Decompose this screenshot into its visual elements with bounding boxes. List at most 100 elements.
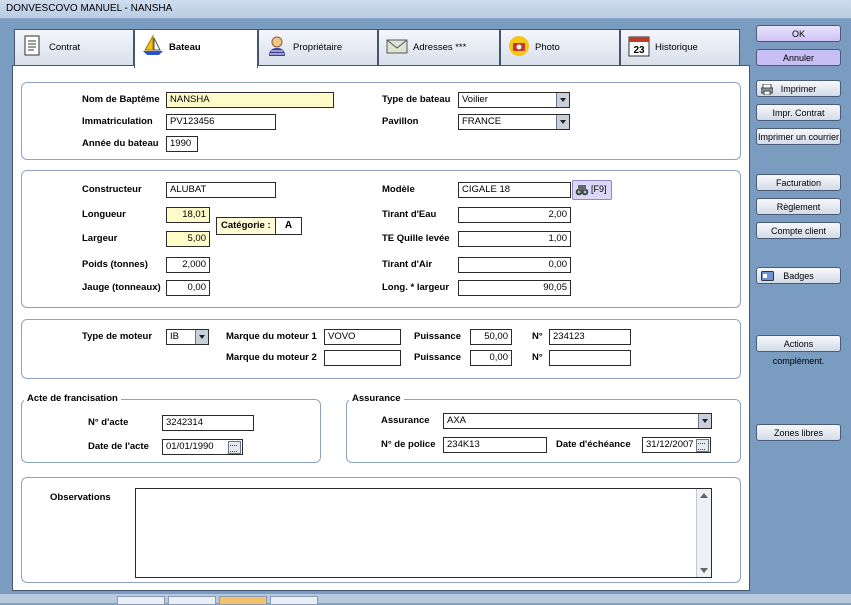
chevron-down-icon[interactable] (556, 93, 569, 107)
chevron-down-icon[interactable] (698, 414, 711, 428)
type-moteur-select[interactable]: IB (166, 329, 209, 345)
echeance-value: 31/12/2007 (646, 439, 694, 450)
type-moteur-value: IB (170, 331, 179, 342)
tab-label: Historique (655, 42, 698, 53)
date-acte-label: Date de l'acte (88, 441, 149, 452)
moteur-section: Type de moteur IB Marque du moteur 1 VOV… (21, 319, 741, 379)
n1-label: N° (532, 331, 543, 342)
categorie-label: Catégorie : (221, 220, 271, 231)
nom-field[interactable]: NANSHA (166, 92, 334, 108)
calendar-icon: 23 (628, 36, 650, 57)
puissance1-field[interactable]: 50,00 (470, 329, 512, 345)
title-bar: DONVESCOVO MANUEL - NANSHA (0, 0, 851, 19)
sailboat-icon (143, 34, 163, 55)
jauge-label: Jauge (tonneaux) (82, 282, 161, 293)
francisation-section: Acte de francisation N° d'acte 3242314 D… (21, 393, 321, 463)
calendar-day: 23 (633, 45, 645, 56)
marque1-field[interactable]: VOVO (324, 329, 401, 345)
taskbar-item[interactable] (168, 596, 216, 605)
largeur-field[interactable]: 5,00 (166, 231, 210, 247)
tirant-eau-label: Tirant d'Eau (382, 209, 437, 220)
tab-bateau[interactable]: Bateau (134, 29, 258, 68)
tab-proprietaire[interactable]: Propriétaire (258, 29, 378, 66)
observations-textarea[interactable] (135, 488, 712, 578)
puissance2-field[interactable]: 0,00 (470, 350, 512, 366)
scroll-up-icon[interactable] (700, 493, 708, 498)
num-acte-field[interactable]: 3242314 (162, 415, 254, 431)
zones-libres-button[interactable]: Zones libres (756, 424, 841, 441)
calendar-icon[interactable] (228, 441, 241, 454)
type-moteur-label: Type de moteur (82, 331, 153, 342)
n1-field[interactable]: 234123 (549, 329, 631, 345)
taskbar-strip (0, 594, 851, 605)
document-icon (24, 35, 40, 56)
pavillon-label: Pavillon (382, 116, 419, 127)
poids-field[interactable]: 2,000 (166, 257, 210, 273)
tirant-air-field[interactable]: 0,00 (458, 257, 571, 273)
date-acte-field[interactable]: 01/01/1990 (162, 439, 243, 455)
badges-button[interactable]: Badges (756, 267, 841, 284)
compte-client-button[interactable]: Compte client (756, 222, 841, 239)
te-quille-field[interactable]: 1,00 (458, 231, 571, 247)
marque2-label: Marque du moteur 2 (226, 352, 317, 363)
chevron-down-icon[interactable] (195, 330, 208, 344)
taskbar-item[interactable] (219, 596, 267, 605)
tirant-eau-field[interactable]: 2,00 (458, 207, 571, 223)
pavillon-value: FRANCE (462, 116, 502, 127)
police-field[interactable]: 234K13 (443, 437, 547, 453)
longueur-field[interactable]: 18,01 (166, 207, 210, 223)
modele-field[interactable]: CIGALE 18 (458, 182, 571, 198)
calendar-icon[interactable] (696, 439, 709, 452)
person-icon (269, 36, 285, 56)
binoculars-icon (575, 185, 589, 196)
reglement-button[interactable]: Règlement (756, 198, 841, 215)
ok-button[interactable]: OK (756, 25, 841, 42)
assurance-section: Assurance Assurance AXA N° de police 234… (346, 393, 741, 463)
marque2-field[interactable] (324, 350, 401, 366)
type-bateau-select[interactable]: Voilier (458, 92, 570, 108)
te-quille-label: TE Quille levée (382, 233, 450, 244)
facturation-button[interactable]: Facturation (756, 174, 841, 191)
tab-adresses[interactable]: Adresses *** (378, 29, 500, 66)
taskbar-item[interactable] (117, 596, 165, 605)
echeance-field[interactable]: 31/12/2007 (642, 437, 711, 453)
window-title: DONVESCOVO MANUEL - NANSHA (6, 3, 173, 14)
assur-select[interactable]: AXA (443, 413, 712, 429)
imprimer-courrier-button[interactable]: Imprimer un courrier (756, 128, 841, 145)
chevron-down-icon[interactable] (556, 115, 569, 129)
tab-historique[interactable]: 23 Historique (620, 29, 740, 66)
jauge-field[interactable]: 0,00 (166, 280, 210, 296)
tirant-air-label: Tirant d'Air (382, 259, 433, 270)
long-larg-field[interactable]: 90,05 (458, 280, 571, 296)
categorie-box: Catégorie : A (216, 217, 302, 235)
annee-label: Année du bateau (82, 138, 159, 149)
largeur-label: Largeur (82, 233, 118, 244)
camera-icon (509, 36, 529, 56)
annee-field[interactable]: 1990 (166, 136, 198, 152)
num-acte-label: N° d'acte (88, 417, 129, 428)
constructeur-field[interactable]: ALUBAT (166, 182, 276, 198)
immat-field[interactable]: PV123456 (166, 114, 276, 130)
pavillon-select[interactable]: FRANCE (458, 114, 570, 130)
taskbar-item[interactable] (270, 596, 318, 605)
scroll-down-icon[interactable] (700, 568, 708, 573)
nom-label: Nom de Baptême (82, 94, 160, 105)
puissance2-label: Puissance (414, 352, 461, 363)
francisation-title: Acte de francisation (24, 393, 121, 404)
n2-field[interactable] (549, 350, 631, 366)
police-label: N° de police (381, 439, 436, 450)
modele-lookup-button[interactable]: [F9] (572, 180, 612, 200)
envelope-icon (386, 39, 408, 54)
actions-compl-button[interactable]: Actions complément. (756, 335, 841, 366)
tab-contrat[interactable]: Contrat (14, 29, 134, 66)
impr-contrat-button[interactable]: Impr. Contrat (756, 104, 841, 121)
type-bateau-value: Voilier (462, 94, 488, 105)
assurance-title: Assurance (349, 393, 404, 404)
date-acte-value: 01/01/1990 (166, 441, 214, 452)
constructeur-label: Constructeur (82, 184, 142, 195)
tab-photo[interactable]: Photo (500, 29, 620, 66)
observations-scrollbar[interactable] (696, 489, 711, 577)
annuler-button[interactable]: Annuler (756, 49, 841, 66)
identity-section: Nom de Baptême NANSHA Immatriculation PV… (21, 82, 741, 160)
imprimer-button[interactable]: Imprimer (756, 80, 841, 97)
